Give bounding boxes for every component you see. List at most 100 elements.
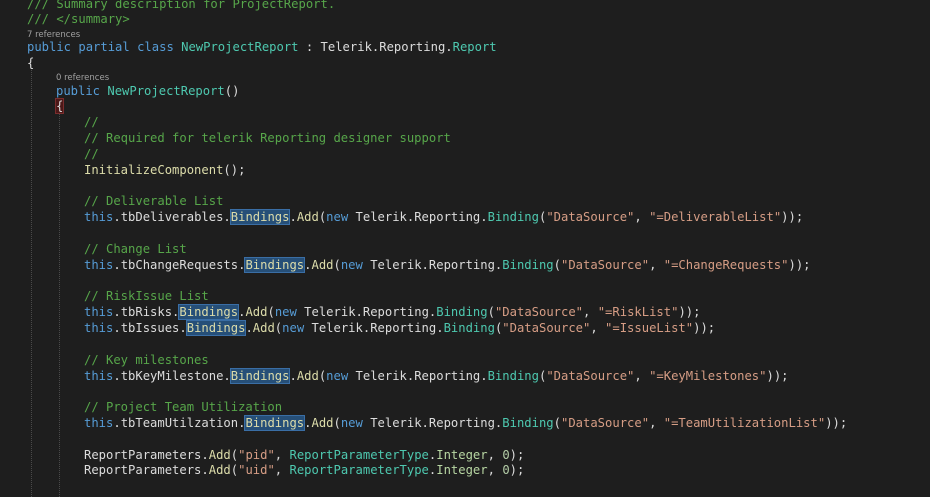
type-token: NewProjectReport: [107, 84, 225, 98]
string-token: "DataSource": [502, 321, 591, 335]
code-line[interactable]: this.tbChangeRequests.Bindings.Add(new T…: [84, 257, 811, 273]
keyword-token: public: [56, 84, 101, 98]
code-token: .tbChangeRequests.: [113, 258, 246, 272]
code-line[interactable]: // Deliverable List: [84, 193, 223, 209]
code-line[interactable]: this.tbTeamUtilzation.Bindings.Add(new T…: [84, 415, 847, 431]
code-token: ,: [634, 210, 650, 224]
code-line[interactable]: //: [84, 146, 99, 162]
code-token: Telerik.Reporting.: [304, 321, 444, 335]
code-line[interactable]: public partial class NewProjectReport : …: [27, 39, 497, 55]
string-token: "DataSource": [561, 416, 650, 430]
keyword-token: this: [84, 258, 114, 272]
code-line[interactable]: this.tbDeliverables.Bindings.Add(new Tel…: [84, 209, 803, 225]
comment-token: /// </summary>: [27, 12, 130, 26]
code-token: (: [267, 305, 275, 319]
method-token: Add: [311, 416, 334, 430]
code-token: ));: [678, 305, 701, 319]
highlighted-reference: Bindings: [244, 415, 306, 431]
type-token: Binding: [502, 416, 554, 430]
code-line[interactable]: // Change List: [84, 241, 187, 257]
string-token: "DataSource": [561, 258, 650, 272]
keyword-token: public: [27, 40, 72, 54]
keyword-token: new: [340, 258, 363, 272]
code-line[interactable]: /// </summary>: [27, 11, 130, 27]
keyword-token: new: [326, 210, 349, 224]
keyword-token: this: [84, 321, 114, 335]
code-token: ,: [649, 258, 664, 272]
code-line[interactable]: // Key milestones: [84, 352, 209, 368]
type-token: ReportParameterType: [289, 463, 429, 477]
keyword-token: new: [282, 321, 305, 335]
string-token: "DataSource": [546, 369, 635, 383]
method-token: Add: [245, 305, 268, 319]
keyword-token: class: [137, 40, 174, 54]
keyword-token: this: [84, 210, 114, 224]
code-line[interactable]: this.tbRisks.Bindings.Add(new Telerik.Re…: [84, 304, 700, 320]
method-token: Add: [296, 210, 319, 224]
code-token: ,: [487, 463, 503, 477]
code-line[interactable]: InitializeComponent();: [84, 162, 245, 178]
type-token: Binding: [487, 369, 539, 383]
keyword-token: this: [84, 305, 114, 319]
code-token: ,: [274, 448, 290, 462]
code-line[interactable]: this.tbIssues.Bindings.Add(new Telerik.R…: [84, 320, 715, 336]
keyword-token: this: [84, 369, 114, 383]
code-line[interactable]: ReportParameters.Add("pid", ReportParame…: [84, 447, 524, 463]
string-token: "=TeamUtilizationList": [663, 416, 826, 430]
keyword-token: new: [340, 416, 363, 430]
comment-token: // Project Team Utilization: [84, 400, 283, 414]
comment-token: // RiskIssue List: [84, 289, 209, 303]
code-line[interactable]: //: [84, 114, 99, 130]
method-token: Add: [208, 448, 231, 462]
type-token: NewProjectReport: [181, 40, 299, 54]
type-token: ReportParameterType: [289, 448, 429, 462]
code-line[interactable]: {: [27, 55, 34, 71]
code-token: ));: [788, 258, 811, 272]
code-line[interactable]: // RiskIssue List: [84, 288, 209, 304]
comment-token: // Change List: [84, 242, 187, 256]
code-line[interactable]: {: [54, 98, 65, 114]
type-token: Binding: [436, 305, 488, 319]
code-token: ));: [825, 416, 848, 430]
method-token: InitializeComponent: [84, 163, 224, 177]
code-token: );: [509, 448, 525, 462]
keyword-token: new: [326, 369, 349, 383]
comment-token: // Required for telerik Reporting design…: [84, 131, 451, 145]
code-token: (: [487, 305, 495, 319]
indent-guide: [59, 114, 60, 497]
code-line[interactable]: // Required for telerik Reporting design…: [84, 130, 451, 146]
string-token: "=KeyMilestones": [649, 369, 767, 383]
code-token: Telerik.Reporting.: [362, 416, 503, 430]
highlighted-reference: Bindings: [229, 209, 291, 225]
method-token: Add: [208, 463, 231, 477]
enum-member-token: Integer: [436, 463, 488, 477]
code-editor[interactable]: 7 references 0 references /// Summary de…: [0, 0, 930, 497]
method-token: Add: [252, 321, 275, 335]
code-token: (: [230, 463, 239, 477]
code-token: : Telerik.Reporting.: [298, 40, 453, 54]
code-token: (: [333, 258, 341, 272]
type-token: Binding: [487, 210, 539, 224]
code-line[interactable]: public NewProjectReport(): [56, 83, 239, 99]
code-token: ));: [781, 210, 804, 224]
code-token: .tbIssues.: [113, 321, 187, 335]
code-token: .tbKeyMilestone.: [113, 369, 231, 383]
string-token: "uid": [238, 463, 275, 477]
string-token: "=IssueList": [605, 321, 694, 335]
code-line[interactable]: ReportParameters.Add("uid", ReportParame…: [84, 462, 524, 478]
code-token: .: [201, 463, 209, 477]
code-token: ));: [693, 321, 716, 335]
code-token: (: [230, 448, 239, 462]
comment-token: // Deliverable List: [84, 194, 224, 208]
comment-token: // Key milestones: [84, 353, 209, 367]
enum-member-token: Integer: [436, 448, 488, 462]
code-token: ReportParameters: [84, 463, 202, 477]
code-line[interactable]: this.tbKeyMilestone.Bindings.Add(new Tel…: [84, 368, 789, 384]
comment-token: /// Summary description for ProjectRepor…: [27, 0, 336, 11]
type-token: Report: [452, 40, 497, 54]
keyword-token: this: [84, 416, 114, 430]
code-line[interactable]: // Project Team Utilization: [84, 399, 282, 415]
string-token: "DataSource": [494, 305, 584, 319]
code-token: .tbDeliverables.: [113, 210, 231, 224]
method-token: Add: [296, 369, 319, 383]
